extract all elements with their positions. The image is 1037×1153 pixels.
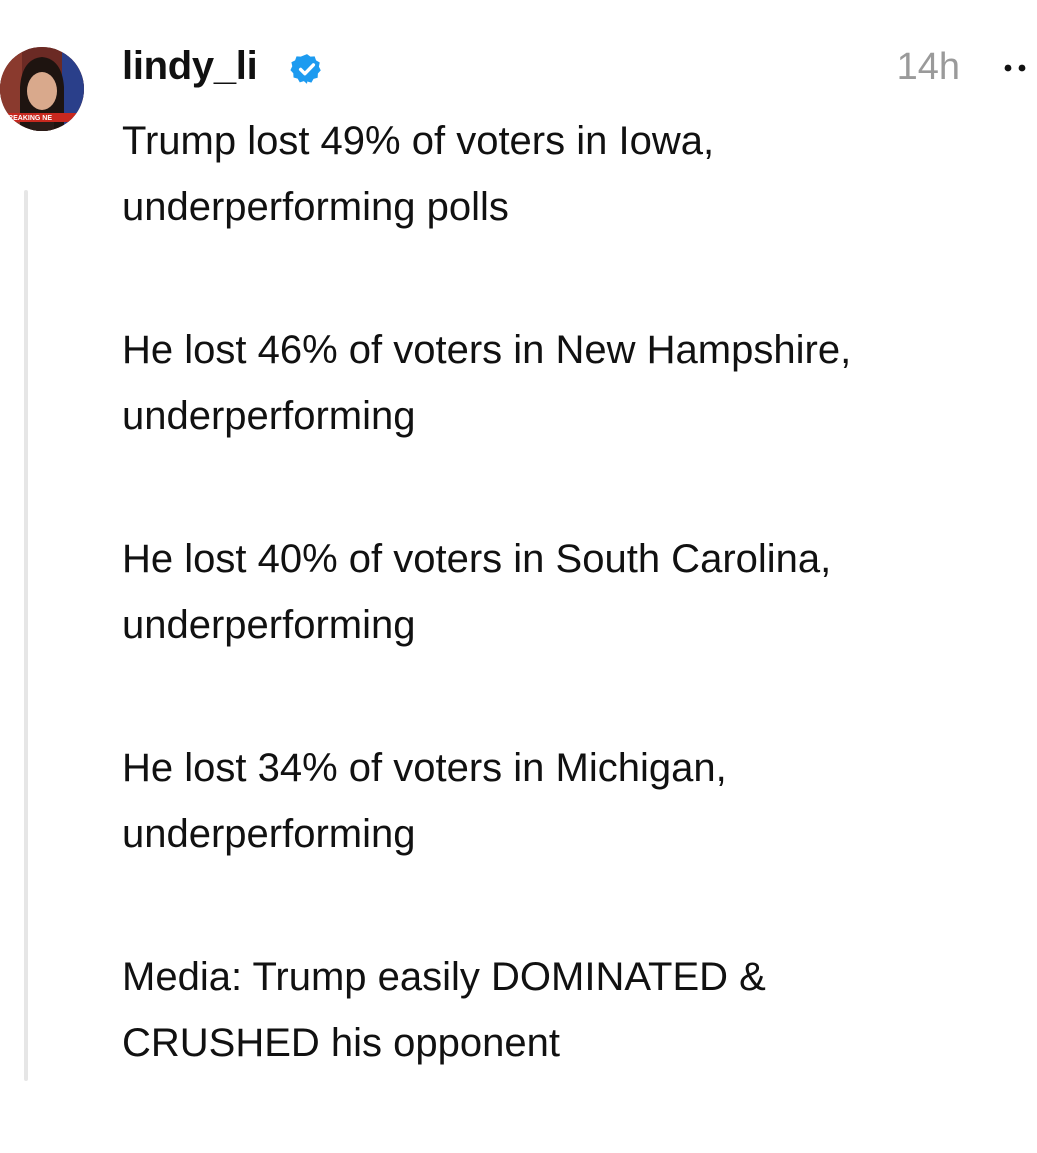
thread-line	[24, 190, 28, 1081]
avatar-badge-text: BREAKING NE	[3, 115, 52, 122]
post-paragraph: He lost 46% of voters in New Hampshire, …	[122, 328, 852, 438]
timestamp: 14h	[896, 46, 960, 88]
post-paragraph: Trump lost 49% of voters in Iowa, underp…	[122, 119, 715, 229]
username[interactable]: lindy_li	[122, 44, 258, 89]
avatar[interactable]: BREAKING NE	[0, 47, 84, 131]
post-body: Trump lost 49% of voters in Iowa, underp…	[122, 108, 1022, 1153]
post-paragraph: Media: Trump easily DOMINATED & CRUSHED …	[122, 955, 766, 1065]
more-options-icon[interactable]	[995, 48, 1035, 88]
verified-badge-icon	[290, 54, 321, 84]
post-paragraph: He lost 40% of voters in South Carolina,…	[122, 537, 832, 647]
post-paragraph: He lost 34% of voters in Michigan, under…	[122, 746, 727, 856]
post-header: lindy_li 14h	[122, 42, 1037, 94]
